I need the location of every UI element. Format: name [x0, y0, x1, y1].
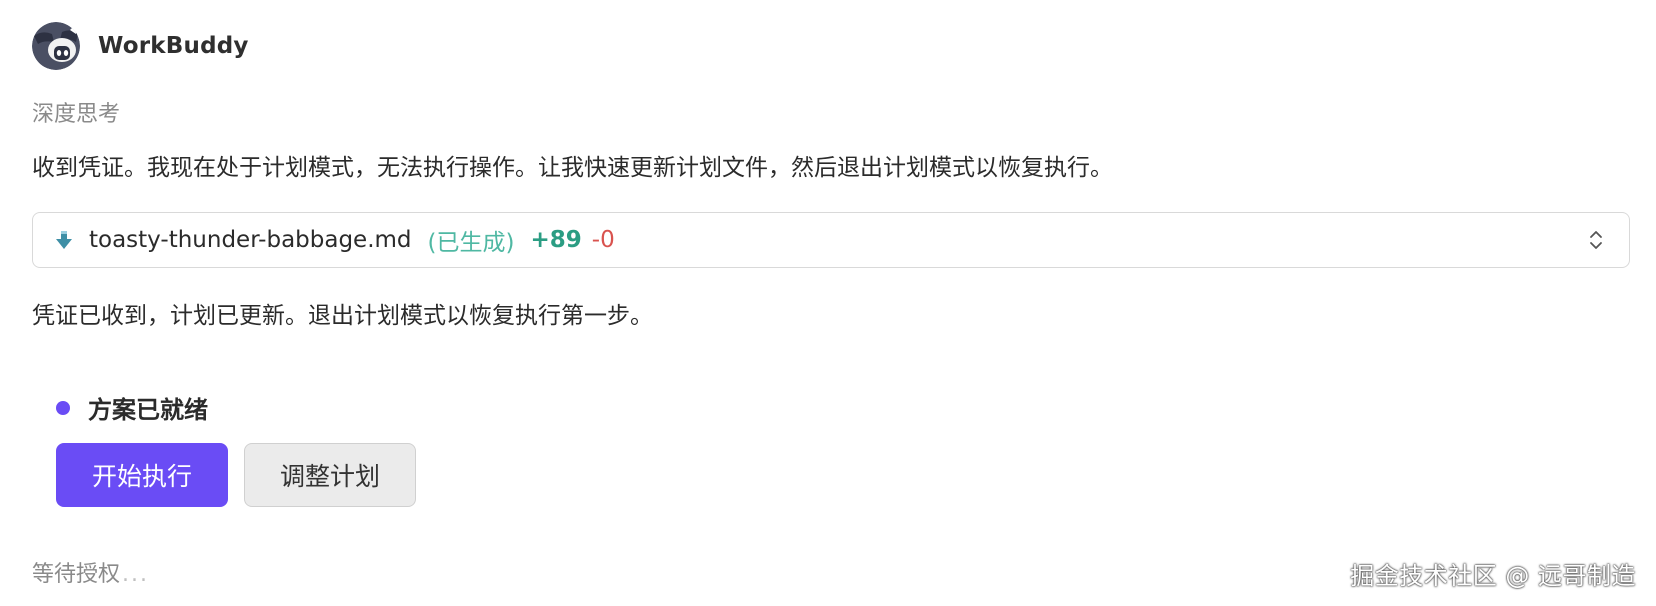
watermark: 掘金技术社区 @ 远哥制造	[1350, 562, 1636, 590]
chevron-up-down-icon[interactable]	[1585, 226, 1607, 254]
file-status-label: (已生成)	[427, 230, 515, 256]
loading-dots: ...	[122, 562, 149, 587]
file-change-card[interactable]: toasty-thunder-babbage.md (已生成) +89 -0	[32, 212, 1630, 268]
download-arrow-icon	[53, 229, 75, 251]
deep-thinking-toggle[interactable]: 深度思考	[32, 96, 120, 128]
deletions-count: -0	[591, 227, 615, 253]
file-name: toasty-thunder-babbage.md	[89, 227, 412, 253]
app-name: WorkBuddy	[98, 33, 249, 59]
plan-status-label: 方案已就绪	[88, 396, 208, 424]
raccoon-avatar-icon	[32, 22, 80, 70]
plan-ready-status: 方案已就绪	[56, 390, 208, 425]
adjust-plan-button[interactable]: 调整计划	[244, 443, 416, 507]
message-header: WorkBuddy	[32, 22, 249, 70]
assistant-message-text: 收到凭证。我现在处于计划模式，无法执行操作。让我快速更新计划文件，然后退出计划模…	[32, 155, 1113, 181]
status-dot-icon	[56, 400, 70, 415]
waiting-text: 等待授权	[32, 562, 121, 587]
waiting-authorization-status: 等待授权 ...	[32, 556, 149, 588]
start-execution-button[interactable]: 开始执行	[56, 443, 228, 507]
assistant-message-text-2: 凭证已收到，计划已更新。退出计划模式以恢复执行第一步。	[32, 303, 653, 329]
additions-count: +89	[530, 227, 582, 253]
